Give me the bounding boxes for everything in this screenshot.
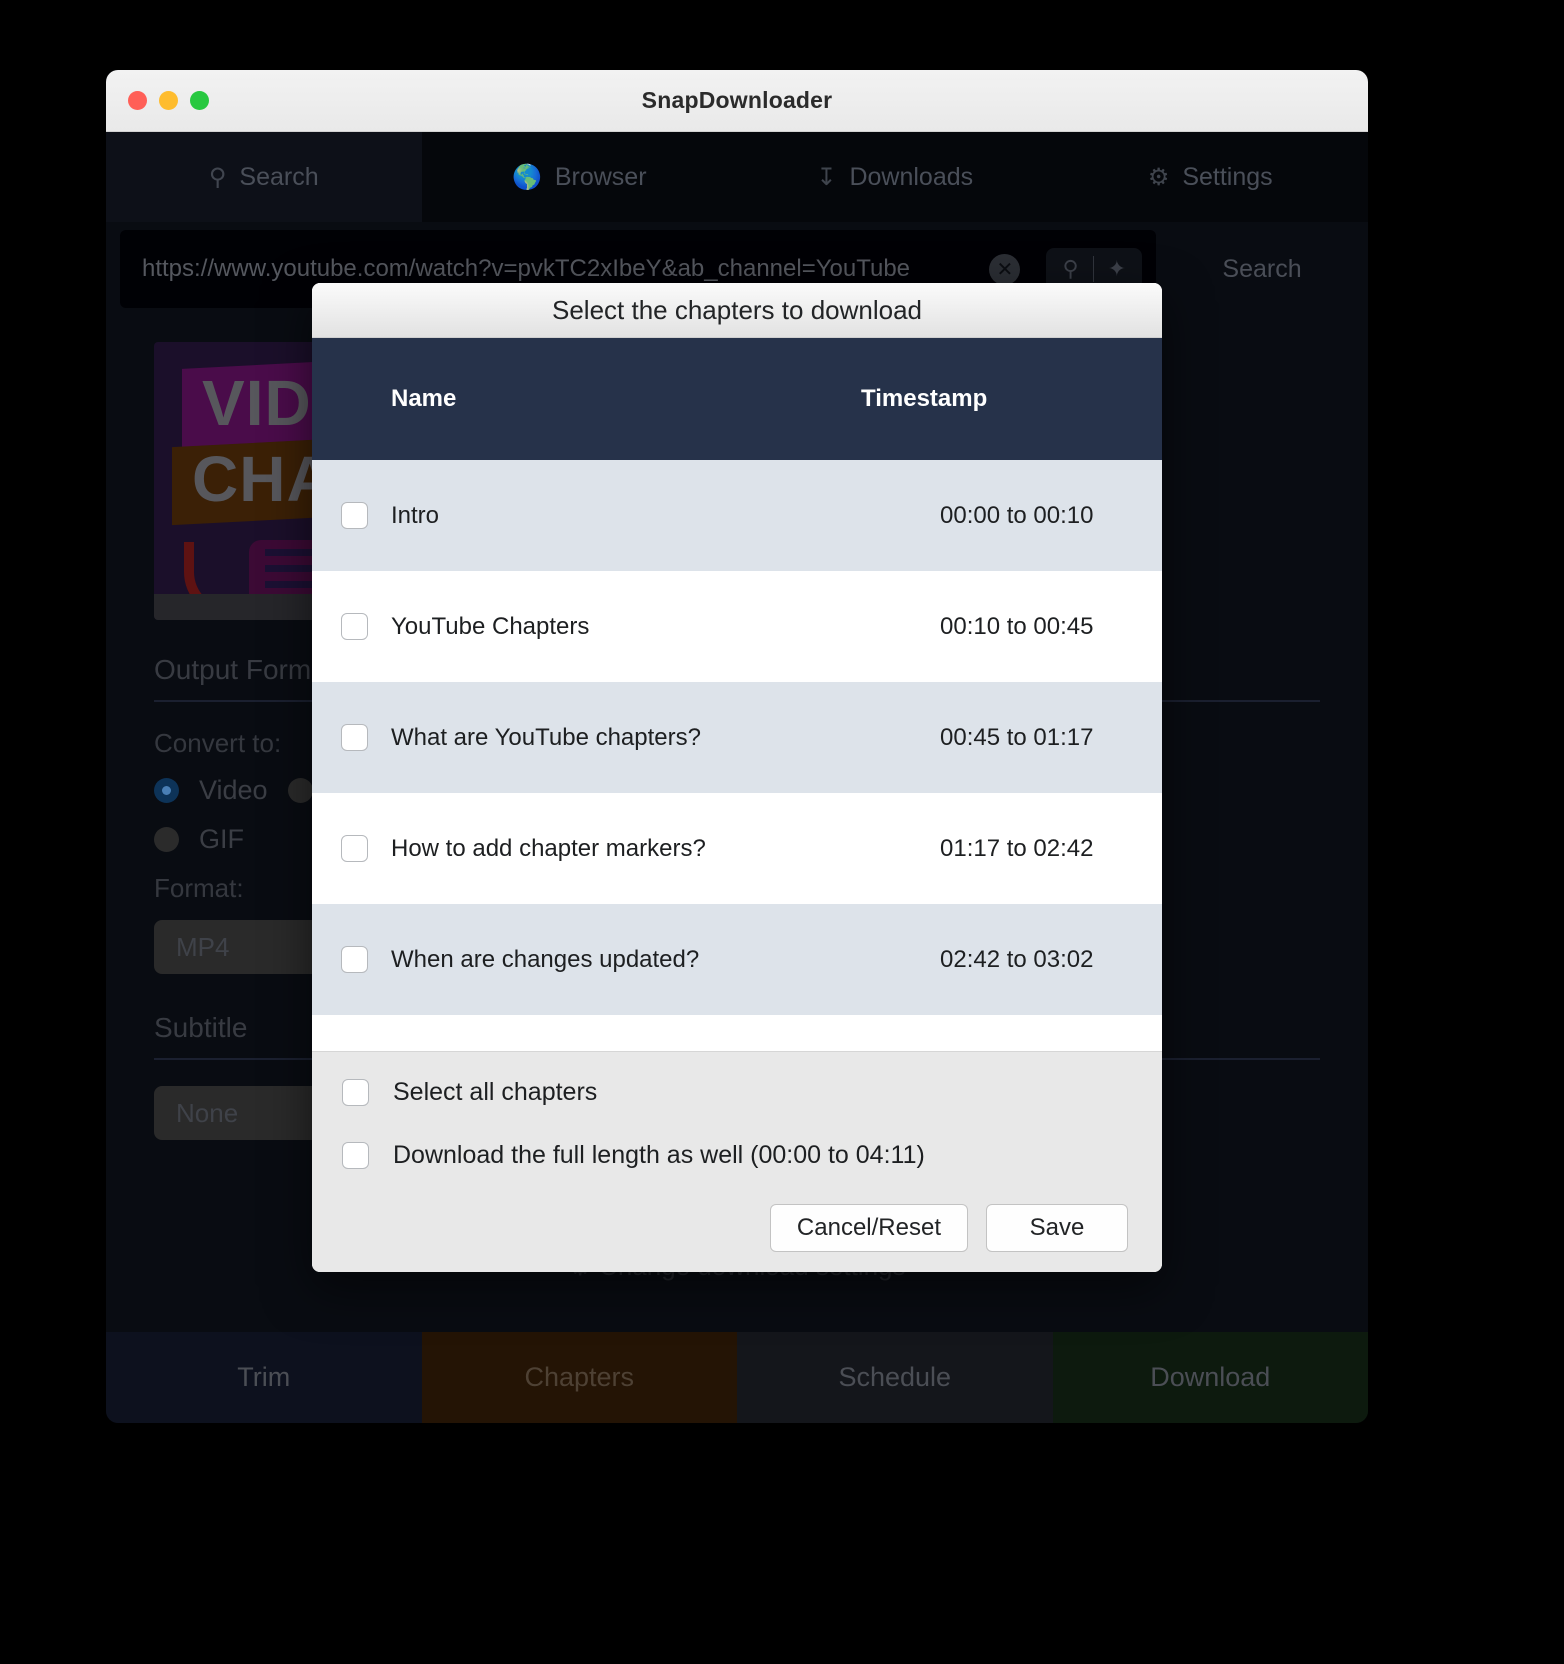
- chapter-name: When are changes updated?: [391, 945, 700, 973]
- magic-wand-icon[interactable]: ✦: [1108, 256, 1126, 282]
- url-input[interactable]: https://www.youtube.com/watch?v=pvkTC2xI…: [142, 255, 979, 283]
- table-row[interactable]: Intro 00:00 to 00:10: [312, 460, 1162, 571]
- chapter-checkbox[interactable]: [341, 613, 368, 640]
- action-trim[interactable]: Trim: [106, 1332, 422, 1423]
- tab-bar: ⚲ Search 🌎 Browser ↧ Downloads ⚙ Setting…: [106, 132, 1368, 222]
- tab-settings-label: Settings: [1182, 162, 1273, 191]
- chapter-checkbox[interactable]: [341, 502, 368, 529]
- chapters-dialog: Select the chapters to download Name Tim…: [312, 283, 1162, 1272]
- action-download[interactable]: Download: [1052, 1332, 1368, 1423]
- chapter-name: Intro: [391, 501, 440, 529]
- dialog-title: Select the chapters to download: [312, 283, 1162, 338]
- radio-video[interactable]: [154, 778, 179, 803]
- tab-downloads[interactable]: ↧ Downloads: [737, 132, 1053, 222]
- full-length-row[interactable]: Download the full length as well (00:00 …: [342, 1141, 1132, 1170]
- chapter-timestamp: 00:00 to 00:10: [940, 501, 1094, 529]
- tab-search-label: Search: [239, 162, 319, 191]
- tab-downloads-label: Downloads: [849, 162, 974, 191]
- chapter-list[interactable]: Intro 00:00 to 00:10 YouTube Chapters 00…: [312, 460, 1162, 1051]
- chapter-checkbox[interactable]: [341, 946, 368, 973]
- window-titlebar: SnapDownloader: [106, 70, 1368, 132]
- column-header-name: Name: [391, 385, 457, 412]
- chapter-name: How to add chapter markers?: [391, 834, 706, 862]
- radio-gif-label: GIF: [199, 824, 244, 854]
- download-icon: ↧: [816, 163, 837, 191]
- search-button[interactable]: Search: [1156, 255, 1368, 284]
- table-row[interactable]: When are changes updated? 02:42 to 03:02: [312, 904, 1162, 1015]
- radio-video-label: Video: [199, 775, 268, 805]
- cancel-reset-button[interactable]: Cancel/Reset: [769, 1204, 968, 1252]
- tab-search[interactable]: ⚲ Search: [106, 132, 422, 222]
- chapter-timestamp: 00:10 to 00:45: [940, 612, 1094, 640]
- select-all-checkbox[interactable]: [342, 1079, 369, 1106]
- radio-audio[interactable]: [287, 778, 313, 803]
- dialog-buttons: Cancel/Reset Save: [342, 1204, 1132, 1252]
- window-title: SnapDownloader: [641, 87, 833, 113]
- tab-browser-label: Browser: [554, 162, 647, 191]
- table-row[interactable]: What are YouTube chapters? 00:45 to 01:1…: [312, 682, 1162, 793]
- chapter-checkbox[interactable]: [341, 835, 368, 862]
- table-header: Name Timestamp: [312, 338, 1162, 460]
- dialog-footer: Select all chapters Download the full le…: [312, 1051, 1162, 1272]
- tab-settings[interactable]: ⚙ Settings: [1053, 132, 1369, 222]
- format-select-value: MP4: [176, 931, 230, 962]
- table-row[interactable]: How to disable chapters? 03:02 to 03:21: [312, 1015, 1162, 1051]
- gear-icon: ⚙: [1147, 163, 1170, 191]
- action-chapters[interactable]: Chapters: [421, 1332, 737, 1423]
- key-icon[interactable]: ⚲: [1062, 256, 1078, 282]
- action-schedule[interactable]: Schedule: [737, 1332, 1053, 1423]
- chapter-timestamp: 01:17 to 02:42: [940, 834, 1094, 862]
- full-length-checkbox[interactable]: [342, 1142, 369, 1169]
- globe-icon: 🌎: [511, 163, 542, 191]
- column-header-timestamp: Timestamp: [861, 385, 988, 412]
- chapter-name: What are YouTube chapters?: [391, 723, 701, 751]
- action-bar: Trim Chapters Schedule Download: [106, 1332, 1368, 1423]
- search-icon: ⚲: [208, 163, 227, 191]
- full-length-label: Download the full length as well (00:00 …: [393, 1141, 925, 1169]
- chapter-name: YouTube Chapters: [391, 612, 590, 640]
- circle-x-icon[interactable]: ✕: [989, 253, 1021, 285]
- tab-browser[interactable]: 🌎 Browser: [422, 132, 738, 222]
- select-all-row[interactable]: Select all chapters: [342, 1078, 1132, 1107]
- radio-gif[interactable]: [154, 827, 179, 852]
- table-row[interactable]: How to add chapter markers? 01:17 to 02:…: [312, 793, 1162, 904]
- chapter-checkbox[interactable]: [341, 724, 368, 751]
- chapter-timestamp: 00:45 to 01:17: [940, 723, 1094, 751]
- save-button[interactable]: Save: [986, 1204, 1128, 1252]
- select-all-label: Select all chapters: [393, 1078, 598, 1106]
- subtitle-select-value: None: [176, 1097, 239, 1128]
- table-row[interactable]: YouTube Chapters 00:10 to 00:45: [312, 571, 1162, 682]
- chapter-timestamp: 02:42 to 03:02: [940, 945, 1094, 973]
- divider: [1092, 256, 1094, 282]
